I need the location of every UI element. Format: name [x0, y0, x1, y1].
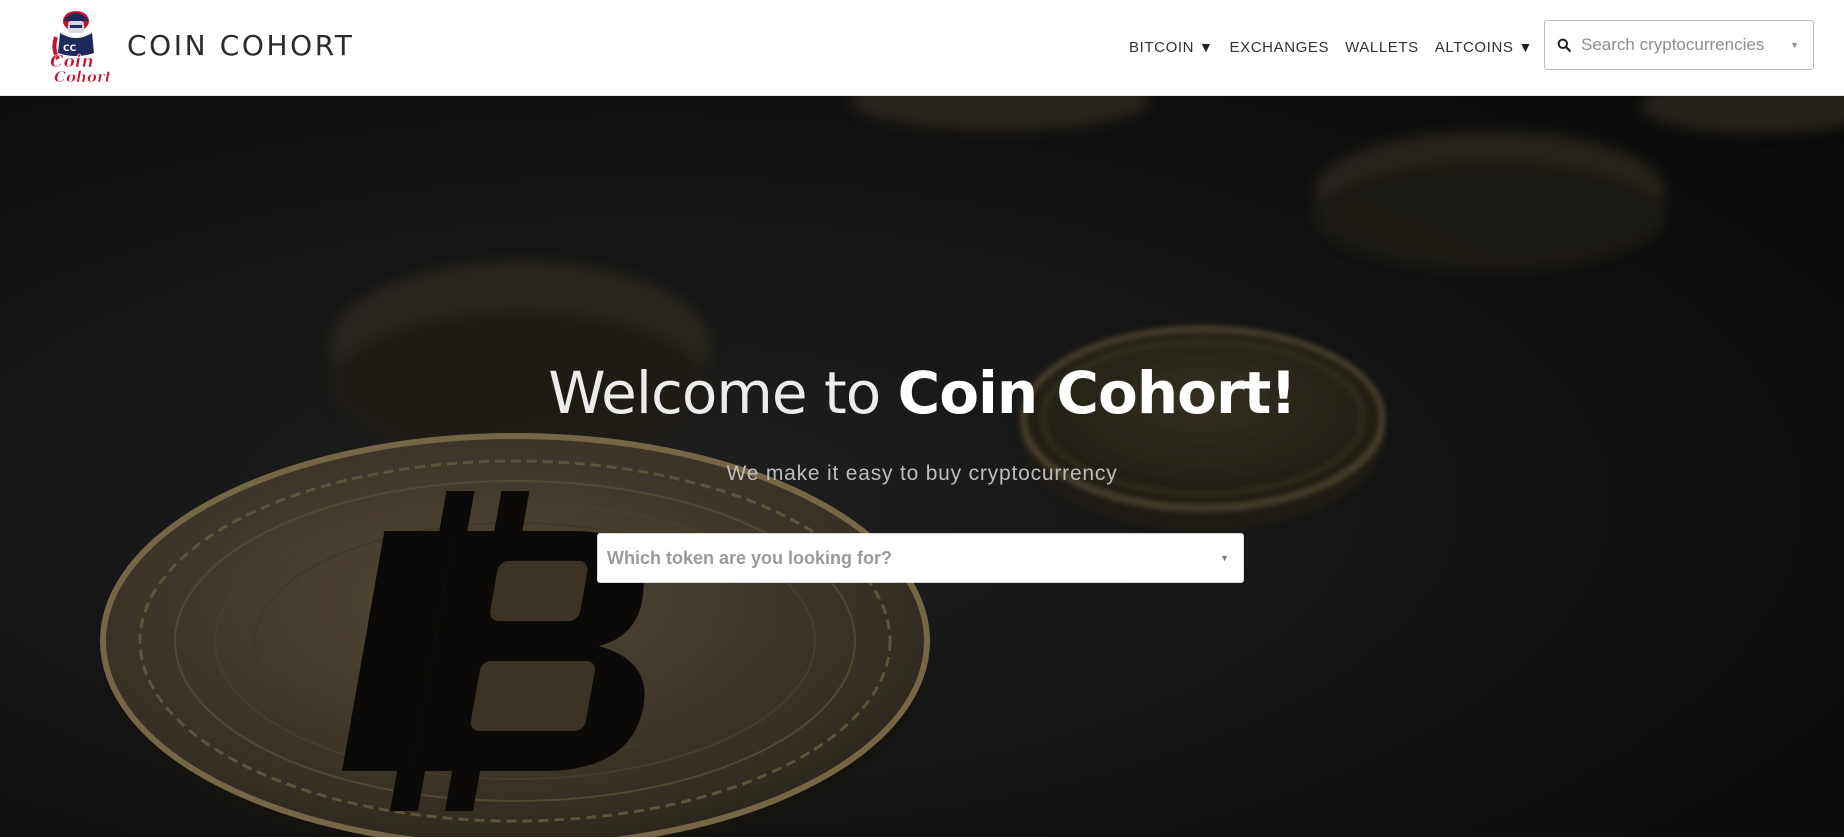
svg-text:Cohort: Cohort	[54, 68, 110, 85]
nav-item-exchanges[interactable]: EXCHANGES	[1230, 39, 1330, 56]
search-placeholder: Search cryptocurrencies	[1581, 35, 1765, 54]
hero-title-brand: Coin Cohort!	[897, 359, 1297, 427]
hero-title-prefix: Welcome to	[548, 359, 898, 427]
nav-item-bitcoin[interactable]: BITCOIN ▼	[1129, 39, 1214, 56]
hero-section: Welcome to Coin Cohort! We make it easy …	[0, 96, 1844, 837]
token-select[interactable]: Which token are you looking for? ▼	[597, 533, 1244, 583]
caret-down-icon: ▼	[1199, 39, 1214, 55]
top-navbar: CC Coin Cohort COIN COHORT BITCOIN ▼ EXC…	[0, 0, 1844, 96]
coin-cohort-logo[interactable]: CC Coin Cohort	[46, 7, 112, 86]
crypto-search-select[interactable]: Search cryptocurrencies ▼	[1544, 20, 1814, 70]
nav-item-wallets[interactable]: WALLETS	[1345, 39, 1419, 56]
logo-mascot-icon: CC Coin Cohort	[50, 11, 112, 86]
main-nav: BITCOIN ▼ EXCHANGES WALLETS ALTCOINS ▼	[1129, 36, 1549, 58]
nav-item-label: ALTCOINS	[1434, 38, 1514, 56]
nav-item-label: WALLETS	[1345, 38, 1419, 56]
caret-down-icon: ▼	[1518, 39, 1533, 55]
dropdown-arrow-icon: ▼	[1790, 40, 1799, 50]
hero-subtitle: We make it easy to buy cryptocurrency	[726, 462, 1118, 485]
brand-name[interactable]: COIN COHORT	[127, 28, 355, 64]
nav-item-altcoins[interactable]: ALTCOINS ▼	[1435, 39, 1533, 56]
token-select-placeholder: Which token are you looking for?	[607, 547, 893, 568]
nav-item-label: EXCHANGES	[1229, 38, 1330, 56]
search-icon	[1557, 38, 1571, 52]
dropdown-arrow-icon: ▼	[1220, 553, 1229, 563]
hero-title: Welcome to Coin Cohort!	[0, 358, 1844, 428]
nav-item-label: BITCOIN	[1129, 38, 1195, 56]
